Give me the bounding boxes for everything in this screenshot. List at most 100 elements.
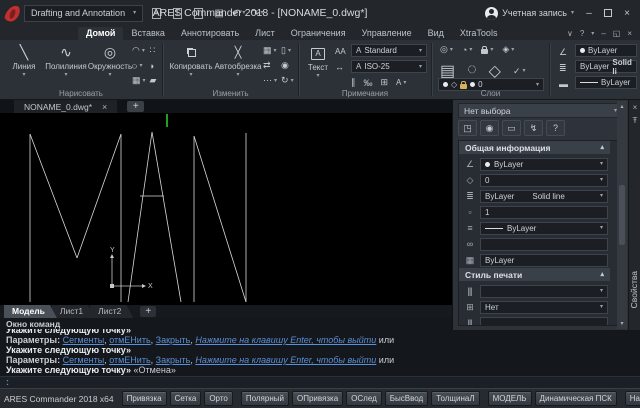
weld-button[interactable]: ◉ <box>281 60 295 71</box>
property-field-plotstyle[interactable]: ByLayer <box>480 254 608 267</box>
text-style-button[interactable]: АА <box>335 47 346 56</box>
workspace-dropdown[interactable]: Drafting and Annotation ▾ <box>24 5 143 22</box>
rotate-button[interactable]: ↻▾ <box>281 75 295 86</box>
hatch-lines-icon[interactable]: ∥ <box>351 77 356 88</box>
solid-button[interactable]: ◗ <box>150 61 160 71</box>
line-button[interactable]: ╲ Линия ▾ <box>6 44 42 78</box>
arc-button[interactable]: ◠▾ <box>132 45 146 56</box>
status-toggle-БысВвод[interactable]: БысВвод <box>385 391 428 406</box>
new-document-tab-button[interactable]: + <box>127 101 144 112</box>
close-button[interactable]: × <box>620 8 634 19</box>
region-button[interactable]: ▰ <box>150 75 160 86</box>
document-tab[interactable]: NONAME_0.dwg* × <box>14 100 117 113</box>
save-document-button[interactable]: ↧ <box>190 5 206 21</box>
status-toggle-Орто[interactable]: Орто <box>204 391 233 406</box>
palette-scrollbar[interactable]: ▴ ▾ <box>617 101 627 329</box>
ribbon-tab-Домой[interactable]: Домой <box>78 27 123 40</box>
print-button[interactable]: ▤ <box>211 5 227 21</box>
display-settings-button[interactable]: ▭ <box>502 120 521 136</box>
status-toggle-ТолщинаЛ[interactable]: ТолщинаЛ <box>431 391 479 406</box>
property-field-color[interactable]: ByLayer▾ <box>480 158 608 171</box>
help-icon[interactable]: ? <box>580 29 584 38</box>
scroll-up-icon[interactable]: ▴ <box>620 103 623 110</box>
text-button[interactable]: A Текст ▾ <box>303 45 333 79</box>
new-document-button[interactable]: + <box>148 5 164 21</box>
command-option-link[interactable]: отмЕНить <box>109 355 150 365</box>
palette-close-icon[interactable]: × <box>629 103 640 112</box>
command-input[interactable]: : <box>0 376 640 388</box>
ribbon-tab-Аннотировать[interactable]: Аннотировать <box>173 27 247 40</box>
sheet-tab-Лист2[interactable]: Лист2 <box>90 305 133 318</box>
property-field-printstyle-table[interactable]: Нет▾ <box>480 301 608 314</box>
properties-palette-tab[interactable]: Свойства <box>629 271 640 308</box>
text-style-dropdown[interactable]: A Standard ▾ <box>351 44 427 57</box>
ribbon-tab-Вид[interactable]: Вид <box>420 27 452 40</box>
command-option-link[interactable]: Закрыть <box>156 355 191 365</box>
help-button[interactable]: ? <box>546 120 565 136</box>
account-menu[interactable]: Учетная запись ▾ <box>485 7 574 20</box>
status-toggle-Полярный[interactable]: Полярный <box>241 391 289 406</box>
property-field-printstyle[interactable]: ▾ <box>480 285 608 298</box>
doc-minimize-icon[interactable]: – <box>601 29 605 38</box>
redo-button[interactable]: ↷▾ <box>250 7 263 20</box>
property-field-layer[interactable]: 0▾ <box>480 174 608 187</box>
status-toggle-Сетка[interactable]: Сетка <box>170 391 202 406</box>
layer-freeze-button[interactable]: ◔▾ <box>462 44 472 55</box>
chevron-down-icon[interactable]: ▾ <box>591 31 594 37</box>
palette-section-header[interactable]: Стиль печати▴ <box>459 268 610 281</box>
status-toggle-МОДЕЛЬ[interactable]: МОДЕЛЬ <box>488 391 532 406</box>
linetype-dropdown[interactable]: ByLayer Solid li <box>575 60 637 73</box>
powertrim-button[interactable]: ╳ Автообрезка ▾ <box>215 44 261 78</box>
property-field-linescale[interactable]: 1 <box>480 206 608 219</box>
ellipse-button[interactable]: ○▾ <box>132 61 146 71</box>
command-option-link[interactable]: отмЕНить <box>109 335 150 345</box>
open-document-button[interactable]: ↥ <box>169 5 185 21</box>
scrollbar-thumb[interactable] <box>619 185 625 245</box>
status-toggle-Динамическая ПСК[interactable]: Динамическая ПСК <box>535 391 617 406</box>
copy-button[interactable]: Копировать ▾ <box>167 44 215 78</box>
ribbon-tab-Лист[interactable]: Лист <box>247 27 283 40</box>
undo-button[interactable]: ↶▾ <box>232 7 245 20</box>
command-option-link[interactable]: Нажмите на клавишу Enter, чтобы выйти <box>195 335 376 345</box>
color-dropdown[interactable]: ByLayer <box>575 44 637 57</box>
lineweight-dropdown[interactable]: ByLayer <box>575 76 637 89</box>
command-option-link[interactable]: Закрыть <box>156 335 191 345</box>
property-field-printstyle-2[interactable] <box>480 317 608 327</box>
maximize-button[interactable] <box>604 9 612 17</box>
new-sheet-button[interactable]: + <box>140 306 156 317</box>
scroll-down-icon[interactable]: ▾ <box>620 320 623 327</box>
palette-section-header[interactable]: Общая информация▴ <box>459 141 610 154</box>
command-option-link[interactable]: Сегменты <box>63 335 105 345</box>
hatch-button[interactable]: ▦▾ <box>132 75 146 86</box>
annotation-scale-dropdown[interactable]: Надпись ▾ <box>625 391 640 406</box>
property-field-linestyle[interactable]: ByLayerSolid line▾ <box>480 190 608 203</box>
array-button[interactable]: ⋯▾ <box>263 75 277 86</box>
polyline-button[interactable]: ∿ Полилиния ▾ <box>44 44 88 78</box>
command-option-link[interactable]: Сегменты <box>63 355 105 365</box>
layer-isolate-button[interactable]: ◈▾ <box>502 44 514 55</box>
dimension-button[interactable]: ↔ <box>335 62 344 72</box>
quick-select-button[interactable]: ↯ <box>524 120 543 136</box>
match-properties-button[interactable]: ◉ <box>480 120 499 136</box>
sheet-tab-Модель[interactable]: Модель <box>4 305 57 318</box>
command-option-link[interactable]: Нажмите на клавишу Enter, чтобы выйти <box>195 355 376 365</box>
selection-filter-dropdown[interactable]: Нет выбора ▾ <box>458 103 623 118</box>
layer-lock-button[interactable]: ▾ <box>481 44 493 55</box>
mirror-button[interactable]: ⇄ <box>263 60 277 71</box>
status-toggle-ОСлед[interactable]: ОСлед <box>346 391 382 406</box>
collapse-section-icon[interactable]: ▴ <box>600 145 604 151</box>
ribbon-tab-Вставка[interactable]: Вставка <box>123 27 172 40</box>
doc-restore-icon[interactable]: ◱ <box>613 29 621 38</box>
layer-visibility-button[interactable]: ◎▾ <box>440 44 453 55</box>
stretch-button[interactable]: ▯▾ <box>281 45 295 56</box>
palette-pin-icon[interactable]: Ŧ <box>629 116 640 125</box>
leader-icon[interactable]: ‰ <box>364 78 373 88</box>
status-toggle-Привязка[interactable]: Привязка <box>122 391 167 406</box>
collapse-section-icon[interactable]: ▴ <box>600 272 604 278</box>
ribbon-tab-Ограничения[interactable]: Ограничения <box>283 27 354 40</box>
document-tab-close-icon[interactable]: × <box>102 102 107 112</box>
sheet-tab-Лист1[interactable]: Лист1 <box>52 305 95 318</box>
ribbon-tab-XtraTools[interactable]: XtraTools <box>452 27 506 40</box>
drawing-canvas[interactable]: XY <box>0 113 452 305</box>
property-field-hyperlink[interactable] <box>480 238 608 251</box>
